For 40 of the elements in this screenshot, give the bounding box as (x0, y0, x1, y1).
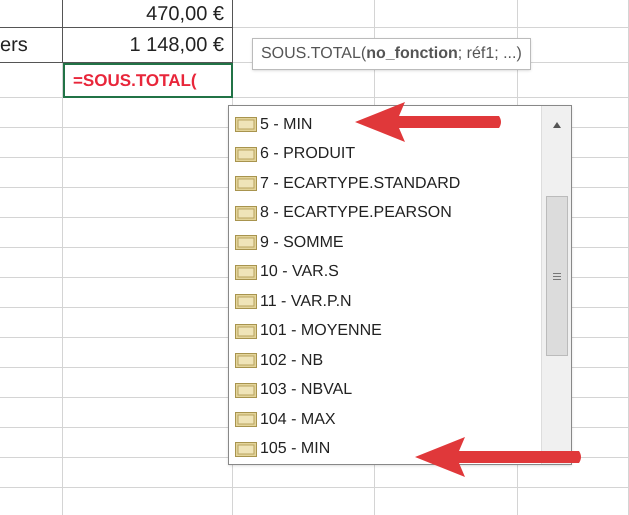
function-option[interactable]: 5 - MIN (235, 110, 312, 140)
function-option[interactable]: 102 - NB (235, 346, 324, 376)
function-option[interactable]: 7 - ECARTYPE.STANDARD (235, 169, 460, 198)
arrow-icon (415, 435, 583, 479)
function-icon (235, 412, 257, 428)
function-icon (235, 235, 257, 250)
cell-value: 1 148,00 € (129, 33, 224, 58)
function-option[interactable]: 11 - VAR.P.N (235, 287, 352, 316)
function-option[interactable]: 6 - PRODUIT (235, 140, 356, 169)
sheet-cell[interactable]: 1 148,00 € (63, 28, 233, 63)
scroll-up-icon[interactable] (553, 122, 561, 128)
scroll-thumb[interactable] (546, 196, 568, 356)
function-icon (235, 442, 257, 457)
function-icon (235, 382, 257, 398)
formula-text: =SOUS.TOTAL( (73, 70, 197, 92)
function-tooltip: SOUS.TOTAL(no_fonction; réf1; ...) (252, 38, 531, 70)
sheet-cell[interactable]: 470,00 € (63, 0, 233, 28)
function-icon (235, 353, 257, 368)
function-option[interactable]: 104 - MAX (235, 405, 336, 434)
function-option[interactable]: 8 - ECARTYPE.PEARSON (235, 198, 452, 228)
function-option[interactable]: 9 - SOMME (235, 228, 344, 258)
cell-value: 470,00 € (146, 2, 224, 26)
scrollbar[interactable] (541, 106, 571, 464)
function-icon (235, 294, 257, 310)
grip-icon (553, 272, 561, 280)
sheet-cell[interactable] (0, 0, 63, 28)
sheet-cell[interactable]: ers (0, 28, 63, 63)
function-icon (235, 324, 257, 339)
function-option[interactable]: 105 - MIN (235, 434, 330, 464)
function-icon (235, 117, 257, 132)
cell-value: ers (0, 33, 28, 58)
sheet-cell[interactable]: =SOUS.TOTAL( (63, 63, 233, 98)
function-icon (235, 206, 257, 221)
arrow-icon (355, 100, 503, 144)
function-icon (235, 176, 257, 192)
function-icon (235, 146, 257, 162)
function-option[interactable]: 10 - VAR.S (235, 258, 339, 287)
function-icon (235, 264, 257, 280)
function-option[interactable]: 103 - NBVAL (235, 376, 352, 405)
function-option[interactable]: 101 - MOYENNE (235, 316, 382, 346)
